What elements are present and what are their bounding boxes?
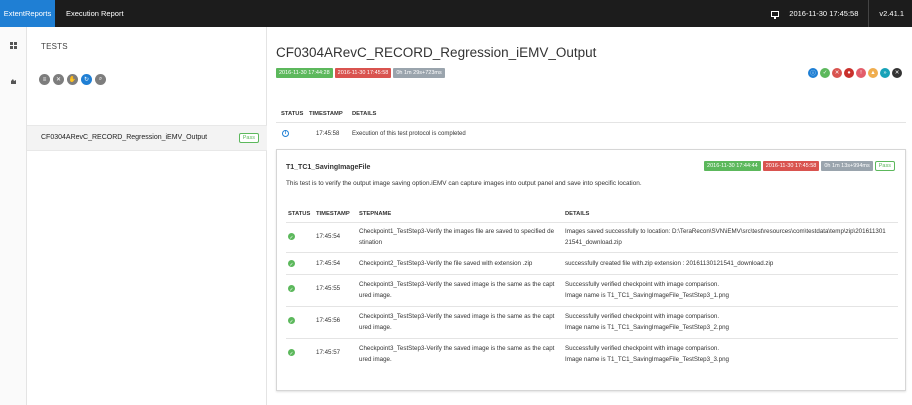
top-navbar: ExtentReports Execution Report 2016-11-3…: [0, 0, 912, 27]
divider: [276, 122, 906, 123]
search-icon[interactable]: ⌕: [95, 74, 106, 85]
step-details-line1: Successfully verified checkpoint with im…: [565, 345, 720, 352]
check-icon[interactable]: ✓: [820, 68, 830, 78]
execution-report-label: Execution Report: [66, 9, 124, 18]
start-time-tag: 2016-11-30 17:44:28: [276, 68, 333, 78]
step-details-line2: Image name is T1_TC1_SavingImageFile_Tes…: [565, 324, 729, 331]
report-datetime: 2016-11-30 17:45:58: [789, 9, 859, 18]
pass-check-icon: ✓: [288, 349, 295, 357]
node-time-tags: 2016-11-30 17:44:44 2016-11-30 17:45:58 …: [704, 161, 895, 171]
step-name-line2: ured image.: [359, 292, 392, 299]
node-status-badge: Pass: [874, 161, 895, 171]
fail-icon[interactable]: ✕: [832, 68, 842, 78]
step-details-line2: 21541_download.zip: [565, 239, 622, 246]
topbar-divider: [868, 0, 870, 27]
warning-icon[interactable]: ▲: [868, 68, 878, 78]
status-filter-circles: ⓘ ✓ ✕ ● ! ▲ » ✕: [808, 68, 902, 78]
step-details-line1: Successfully verified checkpoint with im…: [565, 313, 720, 320]
step-details-line2: Image name is T1_TC1_SavingImageFile_Tes…: [565, 292, 729, 299]
tests-panel: TESTS ≡ ✕ ✋ ↻ ⌕ CF0304ARevC_RECORD_Regre…: [27, 27, 267, 405]
table-row: ✓ 17:45:54 Checkpoint2_TestStep3-Verify …: [286, 252, 898, 274]
step-timestamp: 17:45:54: [316, 233, 341, 240]
log-timestamp: 17:45:58: [316, 131, 340, 137]
refresh-icon[interactable]: ↻: [81, 74, 92, 85]
step-timestamp: 17:45:57: [316, 349, 341, 356]
status-header: STATUS: [288, 211, 311, 217]
node-description: This test is to verify the output image …: [286, 180, 642, 187]
node-duration-tag: 0h 1m 13s+994ms: [821, 161, 873, 171]
table-row: ✓ 17:45:56 Checkpoint3_TestStep3-Verify …: [286, 306, 898, 338]
node-title[interactable]: T1_TC1_SavingImageFile: [286, 164, 370, 171]
node-end-tag: 2016-11-30 17:45:58: [762, 161, 820, 171]
hand-icon[interactable]: ✋: [67, 74, 78, 85]
list-icon[interactable]: ≡: [39, 74, 50, 85]
duration-tag: 0h 1m 29s+723ms: [393, 68, 445, 78]
step-name-line1: Checkpoint2_TestStep3-Verify the file sa…: [359, 260, 533, 267]
page-title: CF0304ARevC_RECORD_Regression_iEMV_Outpu…: [276, 45, 597, 60]
version-label: v2.41.1: [879, 9, 904, 18]
end-time-tag: 2016-11-30 17:45:58: [334, 68, 392, 78]
filter-toolbar: ≡ ✕ ✋ ↻ ⌕: [39, 74, 106, 85]
pass-check-icon: ✓: [288, 285, 295, 293]
step-name-line1: Checkpoint3_TestStep3-Verify the saved i…: [359, 345, 555, 352]
node-start-tag: 2016-11-30 17:44:44: [704, 161, 761, 171]
topbar-right: 2016-11-30 17:45:58 v2.41.1: [771, 0, 904, 27]
stepname-header: STEPNAME: [359, 211, 392, 217]
step-name-line2: ured image.: [359, 356, 392, 363]
step-name-line2: ured image.: [359, 324, 392, 331]
test-list-item[interactable]: CF0304ARevC_RECORD_Regression_iEMV_Outpu…: [27, 125, 267, 151]
test-detail-panel: CF0304ARevC_RECORD_Regression_iEMV_Outpu…: [267, 27, 912, 405]
step-name-line1: Checkpoint3_TestStep3-Verify the saved i…: [359, 313, 555, 320]
step-name-line1: Checkpoint1_TestStep3-Verify the images …: [359, 228, 555, 235]
table-row: ✓ 17:45:55 Checkpoint3_TestStep3-Verify …: [286, 274, 898, 306]
step-details-line1: Successfully verified checkpoint with im…: [565, 281, 720, 288]
brand-label: ExtentReports: [3, 9, 52, 18]
timestamp-header: TIMESTAMP: [309, 111, 343, 117]
step-name-line2: stination: [359, 239, 383, 246]
step-details-line1: successfully created file with.zip exten…: [565, 260, 774, 267]
table-row: ✓ 17:45:57 Checkpoint3_TestStep3-Verify …: [286, 338, 898, 370]
error-icon[interactable]: !: [856, 68, 866, 78]
table-row: ✓ 17:45:54 Checkpoint1_TestStep3-Verify …: [286, 222, 898, 252]
test-view-icon[interactable]: [10, 42, 17, 49]
test-time-tags: 2016-11-30 17:44:28 2016-11-30 17:45:58 …: [276, 68, 445, 78]
skip-icon[interactable]: »: [880, 68, 890, 78]
step-details-line1: Images saved successfully to location: D…: [565, 228, 886, 235]
info-icon: i: [282, 130, 289, 137]
pass-check-icon: ✓: [288, 260, 295, 268]
dashboard-icon[interactable]: [10, 78, 17, 85]
tests-heading: TESTS: [41, 42, 68, 51]
brand-logo[interactable]: ExtentReports: [0, 0, 55, 27]
step-timestamp: 17:45:55: [316, 285, 341, 292]
details-header: DETAILS: [352, 111, 377, 117]
execution-report-tab[interactable]: Execution Report: [66, 0, 124, 27]
step-name-line1: Checkpoint3_TestStep3-Verify the saved i…: [359, 281, 555, 288]
log-details: Execution of this test protocol is compl…: [352, 131, 466, 137]
timestamp-header: TIMESTAMP: [316, 211, 350, 217]
info-icon[interactable]: ⓘ: [808, 68, 818, 78]
test-item-name: CF0304ARevC_RECORD_Regression_iEMV_Outpu…: [41, 134, 208, 141]
pass-check-icon: ✓: [288, 317, 295, 325]
close-icon[interactable]: ✕: [53, 74, 64, 85]
view-switcher-rail: [0, 27, 27, 405]
details-header: DETAILS: [565, 211, 590, 217]
step-timestamp: 17:45:54: [316, 260, 341, 267]
status-header: STATUS: [281, 111, 304, 117]
step-details-line2: Image name is T1_TC1_SavingImageFile_Tes…: [565, 356, 729, 363]
fatal-icon[interactable]: ●: [844, 68, 854, 78]
status-badge: Pass: [238, 133, 259, 143]
test-node-card: T1_TC1_SavingImageFile 2016-11-30 17:44:…: [276, 149, 906, 391]
monitor-icon: [771, 10, 780, 19]
step-timestamp: 17:45:56: [316, 317, 341, 324]
pass-check-icon: ✓: [288, 233, 295, 241]
unknown-icon[interactable]: ✕: [892, 68, 902, 78]
